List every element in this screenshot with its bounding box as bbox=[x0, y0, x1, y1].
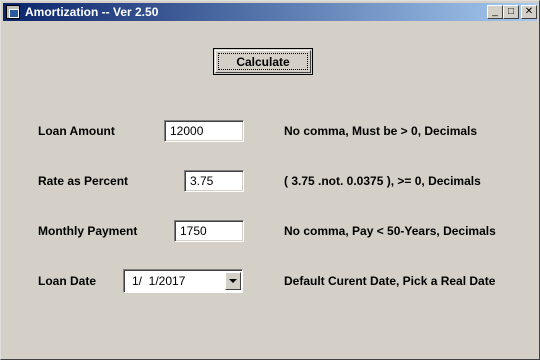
rate-label: Rate as Percent bbox=[38, 174, 129, 188]
window-title: Amortization -- Ver 2.50 bbox=[25, 5, 159, 19]
minimize-button[interactable]: _ bbox=[487, 5, 503, 19]
app-icon[interactable] bbox=[6, 5, 20, 19]
rate-input[interactable] bbox=[184, 170, 244, 192]
close-button[interactable]: ✕ bbox=[521, 5, 537, 19]
loan-date-label: Loan Date bbox=[38, 274, 97, 288]
loan-amount-label: Loan Amount bbox=[38, 124, 115, 138]
rate-hint: ( 3.75 .not. 0.0375 ), >= 0, Decimals bbox=[284, 174, 481, 188]
monthly-payment-input[interactable] bbox=[174, 220, 244, 242]
calculate-button-label: Calculate bbox=[236, 55, 290, 69]
loan-amount-input[interactable] bbox=[164, 120, 244, 142]
calculate-button[interactable]: Calculate bbox=[213, 48, 313, 75]
monthly-payment-label: Monthly Payment bbox=[38, 224, 138, 238]
chevron-down-icon[interactable] bbox=[225, 272, 241, 290]
title-bar[interactable]: Amortization -- Ver 2.50 _ □ ✕ bbox=[3, 3, 537, 21]
loan-date-value: 1/ 1/2017 bbox=[132, 274, 186, 288]
loan-date-hint: Default Curent Date, Pick a Real Date bbox=[284, 274, 496, 288]
maximize-button[interactable]: □ bbox=[503, 5, 519, 19]
loan-amount-hint: No comma, Must be > 0, Decimals bbox=[284, 124, 478, 138]
monthly-payment-hint: No comma, Pay < 50-Years, Decimals bbox=[284, 224, 496, 238]
loan-date-picker[interactable]: 1/ 1/2017 bbox=[123, 269, 243, 293]
app-window: Amortization -- Ver 2.50 _ □ ✕ Calculate… bbox=[0, 0, 540, 360]
